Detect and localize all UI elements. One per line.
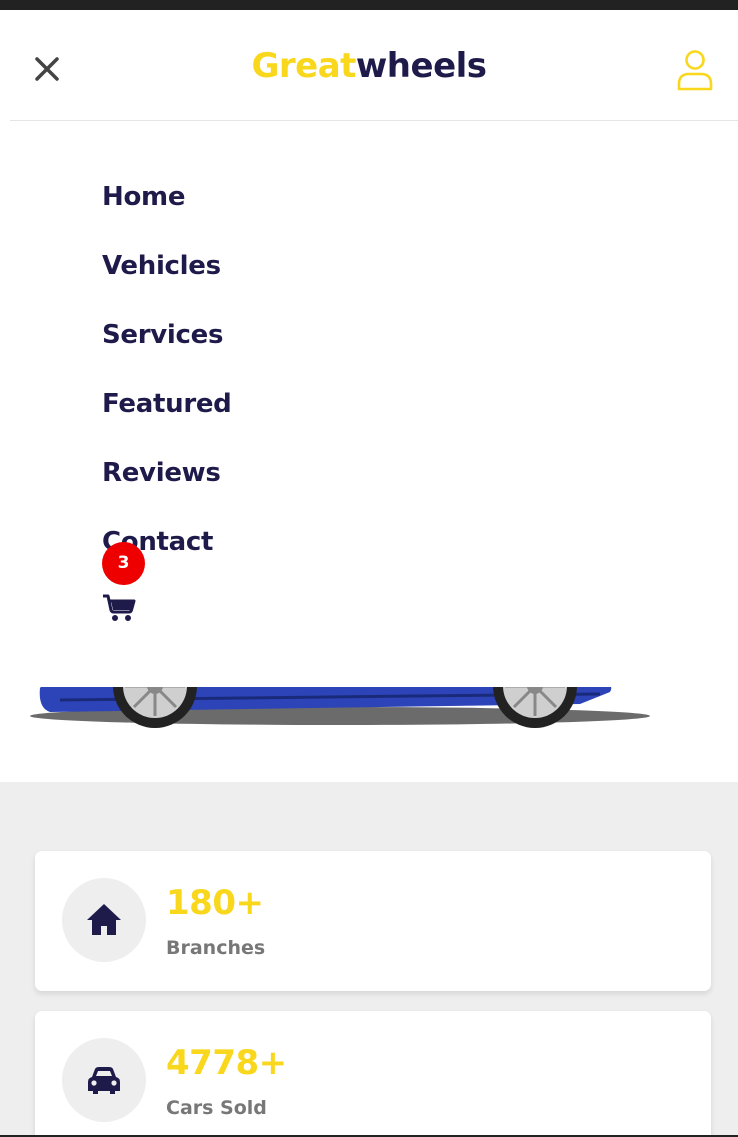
brand-part-wheels: wheels xyxy=(355,46,487,86)
stats-section: 180+ Branches 4778+ Cars Sold xyxy=(0,782,738,1137)
stat-card-branches: 180+ Branches xyxy=(35,851,711,991)
nav-link-home[interactable]: Home xyxy=(102,180,185,214)
stat-icon-circle xyxy=(62,1038,146,1122)
user-icon xyxy=(677,50,713,91)
nav-link-vehicles[interactable]: Vehicles xyxy=(102,249,221,283)
header: Greatwheels xyxy=(10,10,738,121)
cart-button[interactable] xyxy=(102,593,136,623)
cart-icon xyxy=(103,594,136,621)
top-border xyxy=(0,0,738,10)
stat-value: 180+ xyxy=(166,883,264,923)
stat-label: Branches xyxy=(166,937,266,959)
stat-label: Cars Sold xyxy=(166,1097,267,1119)
car-icon xyxy=(88,1067,120,1094)
stat-value: 4778+ xyxy=(166,1043,287,1083)
stat-icon-circle xyxy=(62,878,146,962)
nav-link-featured[interactable]: Featured xyxy=(102,387,232,421)
nav-link-services[interactable]: Services xyxy=(102,318,223,352)
page: Greatwheels Home Vehicles Services Featu… xyxy=(0,0,738,1137)
cart-count-badge: 3 xyxy=(102,542,145,585)
stat-card-cars-sold: 4778+ Cars Sold xyxy=(35,1011,711,1137)
nav-menu: Home Vehicles Services Featured Reviews … xyxy=(10,121,738,687)
user-account-button[interactable] xyxy=(676,48,714,92)
nav-link-reviews[interactable]: Reviews xyxy=(102,456,221,490)
brand-logo[interactable]: Greatwheels xyxy=(10,44,728,88)
home-icon xyxy=(87,904,121,935)
brand-part-great: Great xyxy=(251,46,356,86)
